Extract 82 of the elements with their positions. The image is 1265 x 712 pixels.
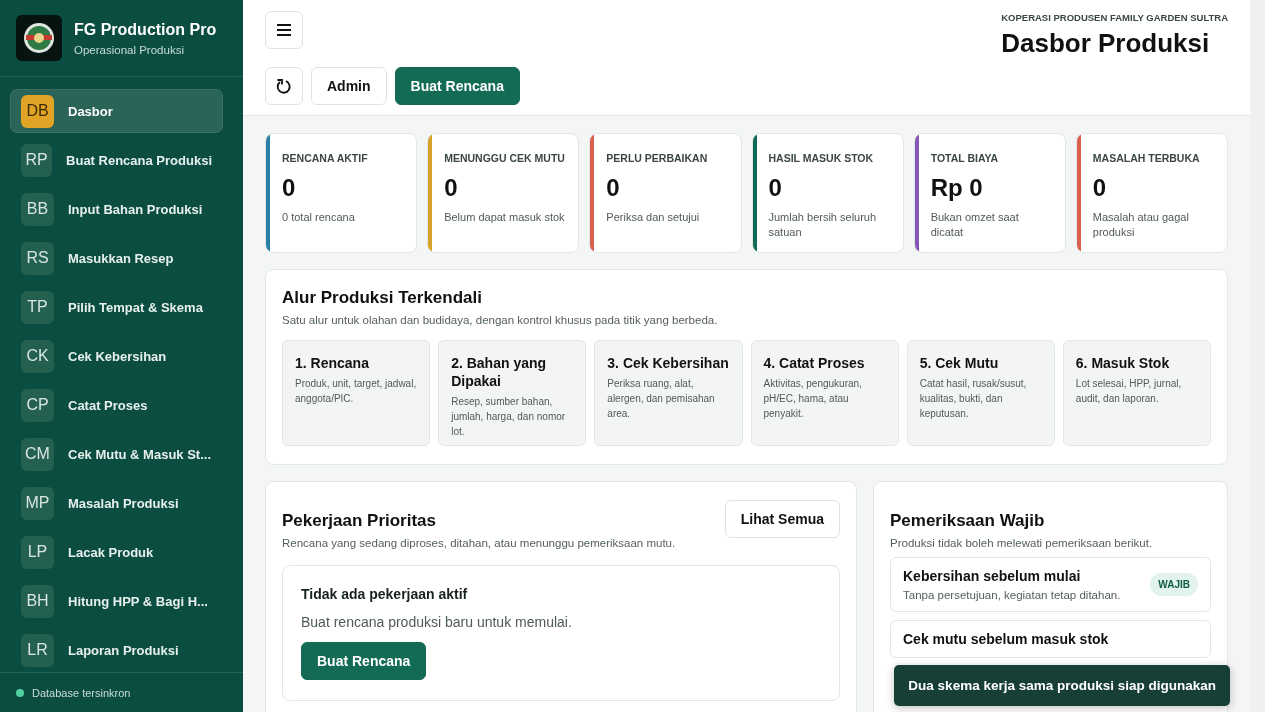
item-badge: CK xyxy=(21,339,54,373)
create-plan-button[interactable]: Buat Rencana xyxy=(301,642,427,680)
view-all-button[interactable]: Lihat Semua xyxy=(724,500,840,538)
create-plan-button[interactable]: Buat Rencana xyxy=(394,67,520,105)
step-description: Periksa ruang, alat, alergen, dan pemisahan area. xyxy=(607,377,716,421)
item-badge: RP xyxy=(21,143,53,177)
sidebar-item[interactable]: LP Lacak Produk xyxy=(10,530,223,574)
panel-title: Alur Produksi Terkendali xyxy=(282,288,483,308)
sidebar-item[interactable]: RS Masukkan Resep xyxy=(10,236,223,280)
stat-note: Masalah atau gagal produksi xyxy=(1092,210,1190,240)
item-badge: MP xyxy=(21,486,54,520)
stat-value: 0 xyxy=(282,174,297,202)
step-description: Produk, unit, target, jadwal, anggota/PIC. xyxy=(295,377,418,406)
user-button[interactable]: Admin xyxy=(311,67,387,105)
sidebar-item[interactable]: DB Dasbor xyxy=(10,89,223,133)
item-badge: RS xyxy=(21,241,54,275)
stat-note: Periksa dan setujui xyxy=(606,210,701,225)
sidebar-item[interactable]: MP Masalah Produksi xyxy=(10,481,223,525)
status-dot xyxy=(16,688,24,697)
item-badge: LR xyxy=(21,633,54,667)
stat-value: 0 xyxy=(1092,174,1108,202)
stat-label: PERLU PERBAIKAN xyxy=(606,152,708,164)
sidebar-item[interactable]: BB Input Bahan Produksi xyxy=(10,187,223,231)
step-description: Resep, sumber bahan, jumlah, harga, dan nomor lot. xyxy=(451,395,567,439)
page-title: Dasbor Produksi xyxy=(1001,28,1210,59)
stat-value: Rp 0 xyxy=(930,174,984,202)
stat-note: Jumlah bersih seluruh satuan xyxy=(768,210,878,240)
menu-button[interactable] xyxy=(265,11,303,49)
item-badge: BH xyxy=(21,584,54,618)
app-subtitle: Operasional Produksi xyxy=(74,43,185,56)
sync-status: Database tersinkron xyxy=(32,686,131,699)
panel-subtitle: Produksi tidak boleh melewati pemeriksaan berikut. xyxy=(890,537,1154,549)
sidebar-item[interactable]: BH Hitung HPP & Bagi H... xyxy=(10,579,223,623)
stat-note: Bukan omzet saat dicatat xyxy=(930,210,1020,240)
stat-label: RENCANA AKTIF xyxy=(282,152,368,164)
stat-note: 0 total rencana xyxy=(282,210,356,225)
logo-icon xyxy=(16,15,62,61)
panel-subtitle: Rencana yang sedang diproses, ditahan, atau menunggu pemeriksaan mutu. xyxy=(282,537,676,549)
step-title: 6. Masuk Stok xyxy=(1075,354,1171,372)
stat-value: 0 xyxy=(444,174,459,202)
stat-label: HASIL MASUK STOK xyxy=(768,152,875,164)
step-title: 3. Cek Kebersihan xyxy=(607,354,730,372)
sidebar-item[interactable]: TP Pilih Tempat & Skema xyxy=(10,285,223,329)
step-title: 1. Rencana xyxy=(295,354,370,372)
stat-value: 0 xyxy=(768,174,783,202)
item-badge: BB xyxy=(21,192,54,226)
check-description: Tanpa persetujuan, kegiatan tetap ditahan. xyxy=(903,589,1121,601)
organization-name: KOPERASI PRODUSEN FAMILY GARDEN SULTRA xyxy=(1001,12,1228,23)
stat-label: TOTAL BIAYA xyxy=(930,152,1000,164)
stat-label: MASALAH TERBUKA xyxy=(1092,152,1201,164)
step-title: 5. Cek Mutu xyxy=(919,354,1000,372)
item-badge: LP xyxy=(21,535,54,569)
panel-subtitle: Satu alur untuk olahan dan budidaya, dengan kontrol khusus pada titik yang berbeda. xyxy=(282,314,719,326)
check-title: Cek mutu sebelum masuk stok xyxy=(903,631,1109,647)
sidebar-item[interactable]: CM Cek Mutu & Masuk St... xyxy=(10,432,223,476)
step-description: Catat hasil, rusak/susut, kualitas, bukti, dan keputusan. xyxy=(919,377,1028,421)
toast-notification: Dua skema kerja sama produksi siap digunakan xyxy=(894,665,1230,706)
item-badge: DB xyxy=(21,94,54,128)
check-title: Kebersihan sebelum mulai xyxy=(903,568,1082,584)
sidebar-item[interactable]: LR Laporan Produksi xyxy=(10,628,223,672)
step-description: Lot selesai, HPP, jurnal, audit, dan laporan. xyxy=(1075,377,1183,406)
step-description: Aktivitas, pengukuran, pH/EC, hama, atau penyakit. xyxy=(763,377,863,421)
item-badge: CM xyxy=(21,437,54,471)
step-title: 2. Bahan yang Dipakai xyxy=(451,354,548,390)
app-name: FG Production Pro xyxy=(74,20,217,39)
sidebar-item[interactable]: CK Cek Kebersihan xyxy=(10,334,223,378)
item-badge: TP xyxy=(21,290,54,324)
stat-note: Belum dapat masuk stok xyxy=(444,210,565,225)
stat-value: 0 xyxy=(606,174,621,202)
empty-title: Tidak ada pekerjaan aktif xyxy=(301,586,468,602)
refresh-icon xyxy=(276,77,292,95)
item-badge: CP xyxy=(21,388,54,422)
step-title: 4. Catat Proses xyxy=(763,354,866,372)
required-tag: WAJIB xyxy=(1150,573,1198,596)
refresh-button[interactable] xyxy=(265,67,303,105)
panel-title: Pekerjaan Prioritas xyxy=(282,511,438,531)
sidebar-item[interactable]: CP Catat Proses xyxy=(10,383,223,427)
stat-label: MENUNGGU CEK MUTU xyxy=(444,152,565,164)
sidebar-item[interactable]: RP Buat Rencana Produksi xyxy=(10,138,223,182)
panel-title: Pemeriksaan Wajib xyxy=(890,511,1046,531)
empty-message: Buat rencana produksi baru untuk memulai. xyxy=(301,614,572,630)
menu-icon xyxy=(277,24,291,36)
